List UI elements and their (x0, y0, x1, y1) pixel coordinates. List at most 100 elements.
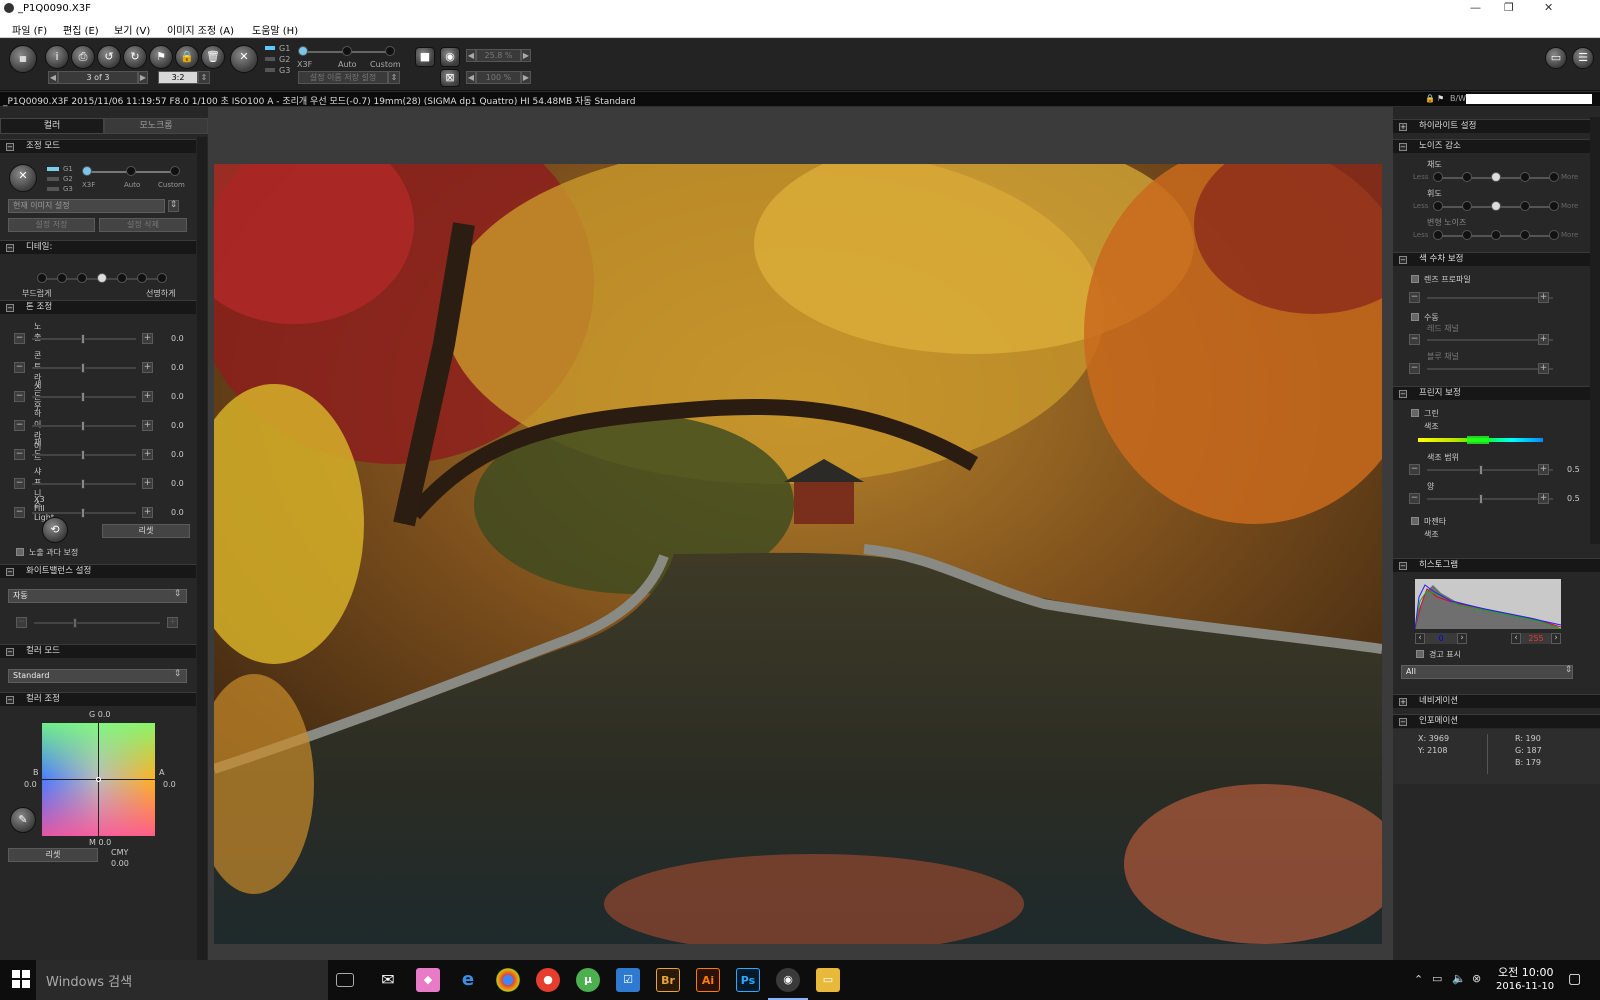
panel-toggle-button[interactable]: ☰ (1572, 47, 1594, 69)
ca-minus-button[interactable]: − (1409, 292, 1420, 303)
tone-6-knob[interactable] (81, 508, 85, 518)
section-navigation[interactable]: + 네비게이션 (1393, 694, 1600, 708)
amount-minus[interactable]: − (1409, 493, 1420, 504)
detail-step-2[interactable] (57, 273, 67, 283)
tone-5-plus-button[interactable]: + (142, 478, 153, 489)
noise-1-step-3[interactable] (1491, 201, 1501, 211)
save-settings-button[interactable]: 설정 저장 (8, 218, 95, 232)
noise-2-step-2[interactable] (1462, 230, 1472, 240)
gift-icon[interactable]: ◆ (416, 968, 440, 992)
canvas-area[interactable] (208, 107, 1393, 967)
mail-icon[interactable]: ✉ (376, 968, 400, 992)
color-reset-button[interactable]: 리셋 (8, 848, 98, 862)
section-information[interactable]: − 인포메이션 (1393, 714, 1600, 728)
zoom-inc-button[interactable]: ▶ (521, 49, 531, 62)
section-white-balance[interactable]: − 화이트밸런스 설정 (0, 564, 196, 578)
noise-2-step-5[interactable] (1549, 230, 1559, 240)
noise-1-step-2[interactable] (1462, 201, 1472, 211)
mode-x3f-radio[interactable] (298, 46, 308, 56)
red-minus-button[interactable]: − (1409, 334, 1420, 345)
hist-max-inc[interactable]: › (1551, 633, 1561, 644)
section-adjust-mode[interactable]: − 조정 모드 (0, 139, 196, 153)
rotate-right-button[interactable]: ↻ (123, 45, 147, 69)
auto-adjust-button[interactable]: ⟲ (42, 517, 68, 543)
tone-5-knob[interactable] (81, 479, 85, 489)
tone-1-minus-button[interactable]: − (14, 362, 25, 373)
amount-plus[interactable]: + (1538, 493, 1549, 504)
section-detail[interactable]: − 디테일: (0, 240, 196, 254)
hue-range-minus[interactable]: − (1409, 464, 1420, 475)
amount-knob[interactable] (1479, 494, 1483, 504)
tone-1-plus-button[interactable]: + (142, 362, 153, 373)
noise-0-step-1[interactable] (1433, 172, 1443, 182)
preset-dropdown-icon[interactable]: ⇕ (168, 200, 179, 212)
network-icon[interactable]: ▭ (1432, 972, 1442, 985)
channel-dropdown-icon[interactable]: ⇕ (1563, 666, 1574, 678)
tone-reset-button[interactable]: 리셋 (102, 524, 190, 538)
g1-indicator[interactable] (265, 46, 275, 50)
noise-0-step-3[interactable] (1491, 172, 1501, 182)
menu-view[interactable]: 보기 (V) (114, 22, 150, 37)
close-icon[interactable]: ✕ (1544, 1, 1553, 14)
photo-preview[interactable] (214, 164, 1382, 944)
fullscreen-button[interactable]: ▦ (9, 45, 37, 73)
ratio-dropdown-icon[interactable]: ⇕ (198, 71, 210, 84)
detail-step-4[interactable] (97, 273, 107, 283)
left-mode-auto-radio[interactable] (126, 166, 136, 176)
zoom-100-button[interactable]: ⊠ (440, 69, 460, 87)
menu-help[interactable]: 도움말 (H) (252, 22, 298, 37)
detail-step-7[interactable] (157, 273, 167, 283)
tone-0-minus-button[interactable]: − (14, 333, 25, 344)
section-color-adjust[interactable]: − 컬러 조정 (0, 692, 196, 706)
left-g1-indicator[interactable] (47, 167, 59, 171)
section-color-mode[interactable]: − 컬러 모드 (0, 644, 196, 658)
windows-start-icon[interactable] (12, 970, 30, 988)
red-plus-button[interactable]: + (1538, 334, 1549, 345)
section-fringe[interactable]: − 프린지 보정 (1393, 386, 1590, 400)
preset-select[interactable]: 현재 이미지 설정 (8, 199, 165, 213)
task-view-icon[interactable] (336, 973, 354, 987)
section-histogram[interactable]: − 히스토그램 (1393, 558, 1600, 572)
tone-6-plus-button[interactable]: + (142, 507, 153, 518)
noise-1-step-1[interactable] (1433, 201, 1443, 211)
zoom-fit-button[interactable]: ◉ (440, 47, 460, 67)
g3-indicator[interactable] (265, 68, 275, 72)
wb-plus-button[interactable]: + (167, 617, 178, 628)
noise-2-step-3[interactable] (1491, 230, 1501, 240)
noise-0-step-4[interactable] (1520, 172, 1530, 182)
detail-step-3[interactable] (77, 273, 87, 283)
noise-0-step-5[interactable] (1549, 172, 1559, 182)
volume-icon[interactable]: 🔈 (1452, 972, 1466, 985)
app-red-icon[interactable]: ● (536, 968, 560, 992)
wb-dropdown-icon[interactable]: ⇕ (172, 590, 183, 602)
next-button[interactable]: ▶ (138, 71, 148, 84)
edge-icon[interactable]: e (456, 968, 480, 992)
settings-select[interactable]: 설정 이름 저장 설정 (298, 71, 388, 84)
clock-time[interactable]: 오전 10:00 (1498, 964, 1553, 980)
ratio-select[interactable]: 3:2 (158, 71, 198, 84)
tone-1-knob[interactable] (81, 363, 85, 373)
hue-range-plus[interactable]: + (1538, 464, 1549, 475)
detail-step-6[interactable] (137, 273, 147, 283)
hue-range-indicator[interactable] (1467, 436, 1489, 444)
menu-file[interactable]: 파일 (F) (12, 22, 47, 37)
noise-2-step-4[interactable] (1520, 230, 1530, 240)
app-blue-icon[interactable]: ☑ (616, 968, 640, 992)
noise-1-step-5[interactable] (1549, 201, 1559, 211)
print-button[interactable]: ⎙ (71, 45, 95, 69)
bw-field[interactable] (1466, 94, 1592, 104)
lock-button[interactable]: 🔒 (175, 45, 199, 69)
manual-checkbox[interactable] (1411, 313, 1419, 321)
noise-0-step-2[interactable] (1462, 172, 1472, 182)
wb-slider-knob[interactable] (73, 618, 77, 628)
zoom2-dec-button[interactable]: ◀ (466, 71, 476, 84)
color-mode-dropdown-icon[interactable]: ⇕ (172, 670, 183, 682)
g2-indicator[interactable] (265, 57, 275, 61)
white-balance-select[interactable]: 자동 (8, 589, 187, 603)
chrome-icon[interactable] (496, 968, 520, 992)
photoshop-icon[interactable]: Ps (736, 968, 760, 992)
hue-range-knob[interactable] (1479, 465, 1483, 475)
color-wheel-grid[interactable] (42, 723, 155, 836)
green-checkbox[interactable] (1411, 409, 1419, 417)
tray-app-icon[interactable]: ⊗ (1472, 972, 1481, 985)
